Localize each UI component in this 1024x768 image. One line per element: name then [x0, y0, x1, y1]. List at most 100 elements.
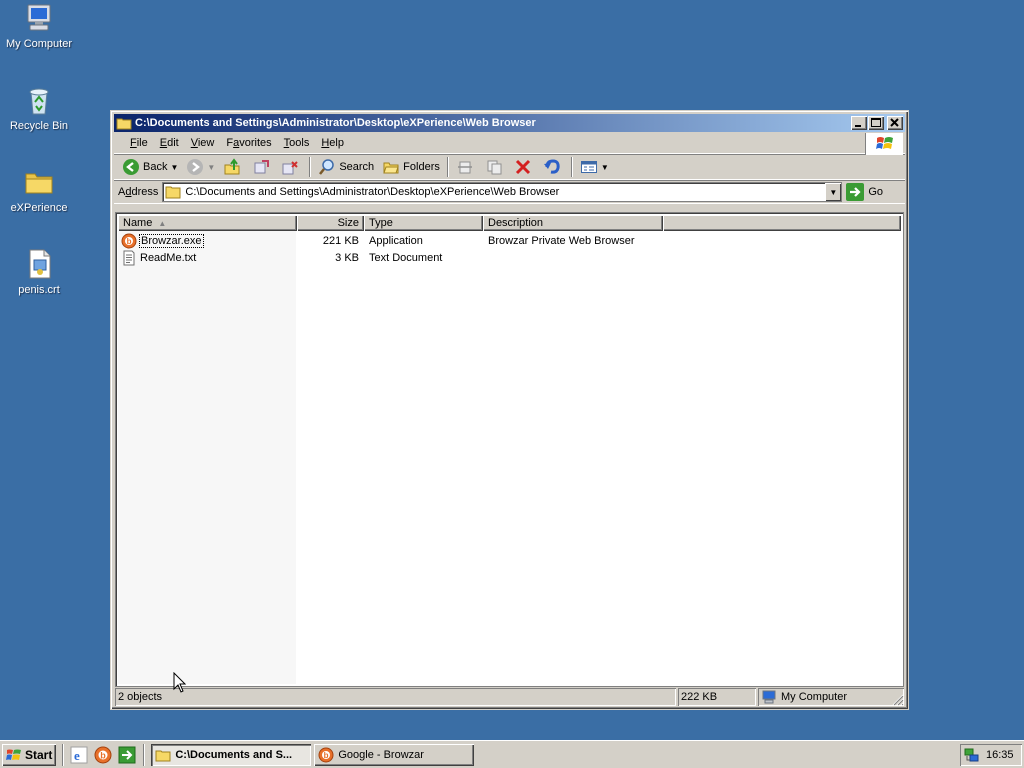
copy-to-button[interactable] [277, 156, 306, 178]
svg-text:b: b [324, 751, 329, 760]
file-description: Browzar Private Web Browser [488, 234, 635, 247]
list-item[interactable]: b Browzar.exe 221 KB Application Browzar… [118, 232, 901, 249]
address-dropdown-button[interactable]: ▼ [825, 183, 842, 201]
up-folder-button[interactable] [219, 156, 248, 178]
go-button[interactable]: Go [846, 183, 883, 201]
system-tray: 16:35 [960, 744, 1022, 766]
status-object-count: 2 objects [115, 688, 676, 706]
folders-icon [382, 158, 400, 176]
search-button[interactable]: Search [314, 156, 378, 178]
task-button-browzar[interactable]: b Google - Browzar [314, 744, 474, 766]
status-zone: My Computer [758, 688, 904, 706]
close-button[interactable] [887, 116, 903, 130]
move-to-icon [252, 158, 270, 176]
undo-button[interactable] [539, 156, 568, 178]
copy-to-icon [281, 158, 299, 176]
menu-favorites[interactable]: Favorites [220, 137, 277, 149]
windows-logo-icon [6, 748, 22, 762]
desktop-icon-experience-folder[interactable]: eXPerience [1, 166, 77, 214]
maximize-button[interactable] [868, 116, 884, 130]
window-title: C:\Documents and Settings\Administrator\… [135, 117, 536, 129]
menu-tools[interactable]: Tools [278, 137, 316, 149]
list-item[interactable]: ReadMe.txt 3 KB Text Document [118, 249, 901, 266]
file-type: Text Document [369, 251, 443, 264]
forward-arrow-icon [186, 158, 204, 176]
folders-label: Folders [403, 161, 440, 173]
views-button[interactable]: ▼ [576, 156, 613, 178]
sorted-column-highlight [118, 231, 296, 684]
back-button[interactable]: Back ▼ [118, 156, 182, 178]
network-icon[interactable] [964, 747, 980, 763]
desktop-icon-certificate-file[interactable]: penis.crt [1, 248, 77, 296]
menu-file[interactable]: File [124, 137, 154, 149]
column-header-description[interactable]: Description [483, 215, 663, 231]
computer-icon [23, 2, 55, 34]
desktop-icon-my-computer[interactable]: My Computer [1, 2, 77, 50]
address-bar: Address C:\Documents and Settings\Admini… [114, 180, 905, 204]
go-arrow-icon [118, 746, 136, 763]
forward-button[interactable]: ▼ [182, 156, 219, 178]
svg-text:e: e [74, 748, 80, 763]
minimize-icon [855, 125, 861, 127]
text-document-icon [121, 250, 137, 266]
browzar-icon: b [318, 747, 334, 763]
folder-icon [155, 747, 171, 763]
menu-edit[interactable]: Edit [154, 137, 185, 149]
task-button-explorer[interactable]: C:\Documents and S... [151, 743, 312, 766]
svg-text:b: b [127, 237, 132, 246]
status-total-size: 222 KB [678, 688, 756, 706]
file-size: 221 KB [322, 234, 359, 247]
delete-button[interactable] [510, 156, 539, 178]
clock[interactable]: 16:35 [986, 749, 1014, 761]
internet-explorer-icon: e [70, 746, 88, 763]
quicklaunch-browzar[interactable]: b [93, 745, 113, 765]
menu-help[interactable]: Help [315, 137, 350, 149]
up-folder-icon [223, 158, 241, 176]
folder-icon [165, 185, 181, 199]
back-label: Back [143, 161, 168, 173]
move-button[interactable] [452, 156, 481, 178]
title-bar[interactable]: C:\Documents and Settings\Administrator\… [114, 114, 905, 132]
resize-grip-icon[interactable] [891, 693, 904, 706]
maximize-icon [871, 118, 881, 127]
file-list-view[interactable]: Name ▲ Size Type Description b Browzar.ex… [115, 212, 904, 687]
computer-icon [761, 690, 777, 704]
file-name[interactable]: ReadMe.txt [140, 252, 196, 264]
task-label: C:\Documents and S... [175, 748, 293, 761]
address-field[interactable]: C:\Documents and Settings\Administrator\… [162, 182, 843, 202]
status-bar: 2 objects 222 KB My Computer [115, 688, 904, 706]
browzar-icon: b [94, 746, 112, 763]
quicklaunch-show-desktop[interactable] [117, 745, 137, 765]
file-name[interactable]: Browzar.exe [139, 233, 204, 248]
desktop-icon-label: eXPerience [10, 202, 68, 214]
move-icon [456, 158, 474, 176]
desktop-icon-recycle-bin[interactable]: Recycle Bin [1, 84, 77, 132]
minimize-button[interactable] [851, 116, 867, 130]
quicklaunch-ie[interactable]: e [69, 745, 89, 765]
chevron-down-icon[interactable]: ▼ [170, 163, 178, 172]
standard-toolbar: Back ▼ ▼ Search Folders ▼ [114, 154, 905, 180]
mouse-pointer-icon [173, 671, 187, 694]
close-icon [890, 118, 899, 127]
copy-button[interactable] [481, 156, 510, 178]
start-label: Start [25, 747, 53, 762]
file-size: 3 KB [335, 251, 359, 264]
chevron-down-icon[interactable]: ▼ [207, 163, 215, 172]
column-header-size[interactable]: Size [297, 215, 364, 231]
taskbar-separator [62, 743, 65, 766]
recycle-bin-icon [23, 84, 55, 116]
move-to-button[interactable] [248, 156, 277, 178]
menu-bar: File Edit View Favorites Tools Help [114, 132, 905, 155]
address-value[interactable]: C:\Documents and Settings\Administrator\… [185, 186, 559, 198]
list-header: Name ▲ Size Type Description [118, 215, 901, 231]
folders-button[interactable]: Folders [378, 156, 444, 178]
taskbar: Start e b C:\Documents and S... b Google… [0, 740, 1024, 768]
chevron-down-icon[interactable]: ▼ [601, 163, 609, 172]
menu-view[interactable]: View [185, 137, 221, 149]
column-header-type[interactable]: Type [364, 215, 483, 231]
column-header-name[interactable]: Name ▲ [118, 215, 297, 231]
go-arrow-icon [846, 183, 865, 201]
start-button[interactable]: Start [2, 744, 56, 766]
toolbar-separator [570, 157, 573, 177]
delete-x-icon [514, 158, 532, 176]
